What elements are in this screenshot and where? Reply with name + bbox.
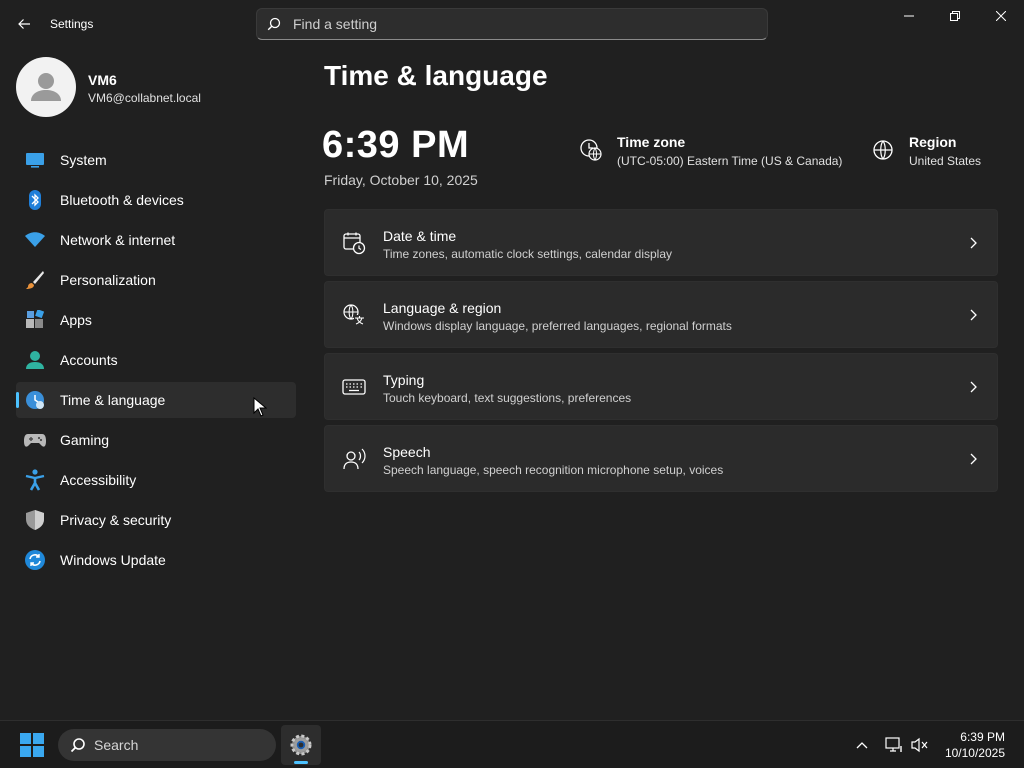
volume-muted-icon [911,737,928,753]
apps-icon [24,309,46,331]
sidebar-item-gaming[interactable]: Gaming [16,422,296,458]
taskbar-search-label: Search [94,737,139,753]
running-indicator [294,761,308,764]
user-avatar-icon [31,73,61,101]
taskbar-search[interactable]: Search [58,729,276,761]
region-title: Region [909,134,957,150]
taskbar-clock-time[interactable]: 6:39 PM [960,730,1005,744]
restore-icon [950,11,960,21]
speech-card[interactable]: Speech Speech language, speech recogniti… [324,425,998,492]
card-title: Language & region [383,300,502,316]
close-button[interactable] [978,0,1024,32]
keyboard-icon [342,379,366,395]
sidebar-item-bluetooth[interactable]: Bluetooth & devices [16,182,296,218]
sidebar-item-label: Personalization [60,272,156,288]
page-title: Time & language [324,60,548,91]
card-title: Speech [383,444,431,460]
system-icon [24,149,46,171]
close-icon [996,11,1006,21]
sidebar-item-label: Bluetooth & devices [60,192,184,208]
accounts-icon [24,349,46,371]
card-title: Typing [383,372,425,388]
sidebar-item-accessibility[interactable]: Accessibility [16,462,296,498]
current-date: Friday, October 10, 2025 [324,172,478,188]
accessibility-icon [24,469,46,491]
taskbar-settings-app[interactable] [281,725,321,765]
region-value: United States [909,154,982,168]
language-icon [343,304,365,326]
app-title: Settings [50,17,94,31]
sidebar-item-label: Windows Update [60,552,166,568]
search-input[interactable] [293,16,767,32]
sidebar-item-personalization[interactable]: Personalization [16,262,296,298]
sidebar-item-accounts[interactable]: Accounts [16,342,296,378]
shield-icon [24,509,46,531]
card-description: Windows display language, preferred lang… [383,319,732,333]
chevron-right-icon [970,309,977,321]
globe-icon [873,140,893,160]
sidebar-item-network[interactable]: Network & internet [16,222,296,258]
time-language-icon [24,389,46,411]
user-name: VM6 [88,72,117,88]
network-tray-button[interactable] [884,735,904,755]
calendar-clock-icon [343,232,366,255]
sidebar-item-apps[interactable]: Apps [16,302,296,338]
sidebar-item-label: Apps [60,312,92,328]
sidebar-item-label: Time & language [60,392,166,408]
card-description: Speech language, speech recognition micr… [383,463,724,477]
search-icon [70,738,85,753]
card-description: Touch keyboard, text suggestions, prefer… [383,391,632,405]
time-zone-title: Time zone [617,134,686,150]
restore-button[interactable] [932,0,978,32]
taskbar-clock-date[interactable]: 10/10/2025 [945,746,1005,760]
sidebar-item-system[interactable]: System [16,142,296,178]
gamepad-icon [24,429,46,451]
update-icon [24,549,46,571]
back-arrow-icon [18,19,30,29]
taskbar: Search 6:39 PM 10/10/2025 [0,720,1024,768]
minimize-icon [904,15,914,17]
sidebar-item-label: System [60,152,107,168]
sidebar-item-label: Accounts [60,352,118,368]
network-monitor-icon [885,737,902,752]
sidebar-item-windows-update[interactable]: Windows Update [16,542,296,578]
typing-card[interactable]: Typing Touch keyboard, text suggestions,… [324,353,998,420]
sidebar-item-label: Privacy & security [60,512,172,528]
sidebar-item-privacy[interactable]: Privacy & security [16,502,296,538]
speech-icon [343,448,366,470]
mouse-cursor-icon [253,397,267,417]
volume-tray-button[interactable] [910,735,930,755]
avatar[interactable] [16,57,76,117]
card-description: Time zones, automatic clock settings, ca… [383,247,673,261]
bluetooth-icon [24,189,46,211]
back-button[interactable] [10,10,38,38]
find-setting-search[interactable] [256,8,768,40]
time-zone-value: (UTC-05:00) Eastern Time (US & Canada) [617,154,843,168]
windows-logo-icon [20,733,44,757]
sidebar-item-label: Gaming [60,432,110,448]
language-region-card[interactable]: Language & region Windows display langua… [324,281,998,348]
sidebar-item-label: Accessibility [60,472,137,488]
sidebar-item-label: Network & internet [60,232,176,248]
show-hidden-icons-button[interactable] [852,735,872,755]
chevron-right-icon [970,453,977,465]
user-email: VM6@collabnet.local [88,91,201,105]
title-bar: Settings [0,0,1024,48]
time-zone-icon [580,139,602,161]
wifi-icon [24,229,46,251]
chevron-up-icon [856,742,868,749]
settings-gear-icon [290,734,312,756]
card-title: Date & time [383,228,457,244]
minimize-button[interactable] [886,0,932,32]
brush-icon [24,269,46,291]
date-time-card[interactable]: Date & time Time zones, automatic clock … [324,209,998,276]
current-time: 6:39 PM [322,124,470,166]
chevron-right-icon [970,381,977,393]
sidebar-nav: System Bluetooth & devices Network & int… [16,142,296,582]
search-icon [267,17,281,31]
chevron-right-icon [970,237,977,249]
start-button[interactable] [16,729,48,761]
